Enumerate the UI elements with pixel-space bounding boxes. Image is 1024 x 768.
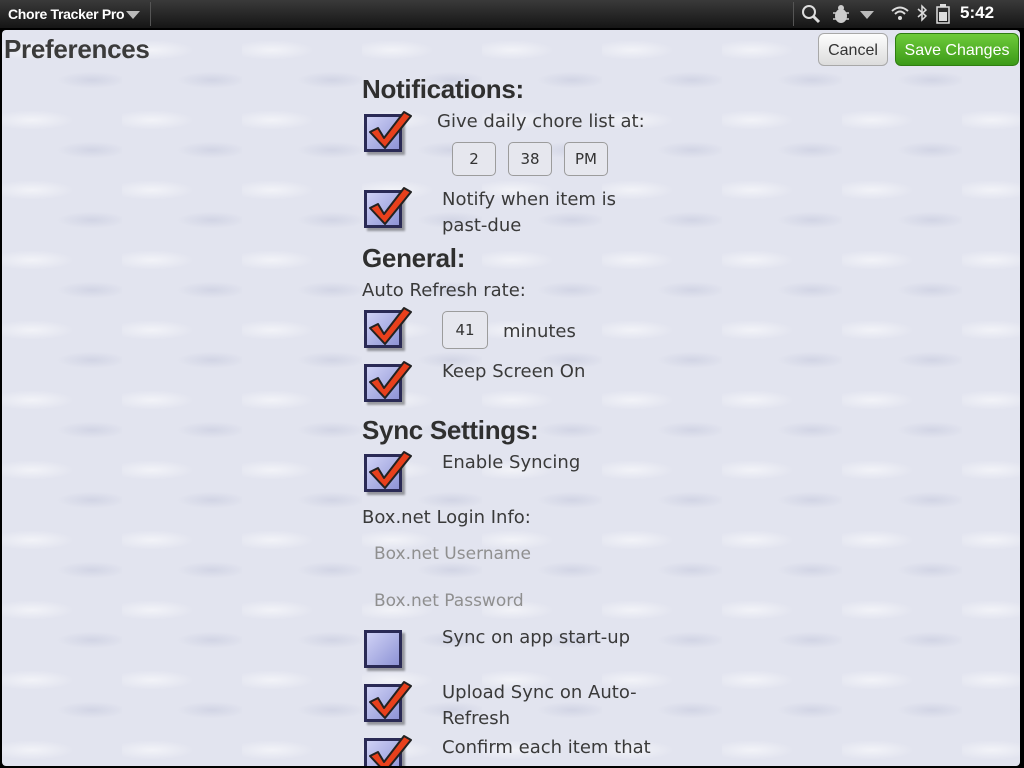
checkbox-box: [364, 630, 402, 668]
minutes-label: minutes: [503, 321, 576, 342]
upload-sync-checkbox[interactable]: [364, 680, 412, 724]
refresh-rate-input[interactable]: 41: [442, 311, 488, 349]
save-changes-button[interactable]: Save Changes: [895, 33, 1019, 66]
menu-down-icon[interactable]: [860, 11, 874, 19]
username-field[interactable]: [374, 539, 654, 569]
notifications-heading: Notifications:: [362, 74, 524, 104]
page-title: Preferences: [4, 34, 150, 64]
upload-sync-label-line1: Upload Sync on Auto-: [442, 682, 637, 703]
password-input[interactable]: [374, 591, 654, 611]
password-field[interactable]: [374, 586, 654, 616]
confirm-item-checkbox[interactable]: [364, 734, 412, 766]
status-divider: [793, 2, 794, 26]
checkmark-icon: [369, 361, 412, 399]
upload-sync-label-line2: Refresh: [442, 708, 510, 729]
app-menu-arrow-icon[interactable]: [126, 11, 140, 19]
general-heading: General:: [362, 243, 466, 273]
confirm-item-label: Confirm each item that: [442, 737, 651, 758]
app-title[interactable]: Chore Tracker Pro: [8, 6, 125, 22]
past-due-label-line1: Notify when item is: [442, 189, 617, 210]
checkmark-icon: [369, 307, 412, 345]
username-input[interactable]: [374, 544, 654, 564]
checkmark-icon: [369, 681, 412, 719]
checkmark-icon: [369, 735, 412, 766]
keep-screen-on-label: Keep Screen On: [442, 361, 586, 382]
clock[interactable]: 5:42: [960, 3, 994, 23]
auto-refresh-checkbox[interactable]: [364, 306, 412, 350]
past-due-label-line2: past-due: [442, 215, 522, 236]
checkmark-icon: [369, 111, 412, 149]
enable-syncing-checkbox[interactable]: [364, 450, 412, 494]
box-login-label: Box.net Login Info:: [362, 507, 531, 528]
auto-refresh-label: Auto Refresh rate:: [362, 280, 526, 301]
battery-icon[interactable]: [936, 4, 950, 29]
status-bar: Chore Tracker Pro 5:42: [0, 0, 1024, 28]
checkmark-icon: [369, 451, 412, 489]
keep-screen-on-checkbox[interactable]: [364, 360, 412, 404]
daily-list-label: Give daily chore list at:: [437, 111, 645, 132]
minute-picker[interactable]: 38: [508, 142, 552, 176]
sync-startup-checkbox[interactable]: [364, 626, 408, 670]
wifi-icon[interactable]: [890, 4, 910, 27]
status-divider: [150, 2, 151, 26]
bug-icon[interactable]: [830, 4, 852, 29]
enable-syncing-label: Enable Syncing: [442, 452, 581, 473]
cancel-button[interactable]: Cancel: [818, 33, 888, 66]
sync-startup-label: Sync on app start-up: [442, 627, 631, 648]
hour-picker[interactable]: 2: [452, 142, 496, 176]
checkmark-icon: [369, 187, 412, 225]
ampm-picker[interactable]: PM: [564, 142, 608, 176]
bluetooth-icon[interactable]: [917, 4, 928, 27]
daily-list-checkbox[interactable]: [364, 110, 412, 154]
sync-settings-heading: Sync Settings:: [362, 415, 539, 445]
past-due-checkbox[interactable]: [364, 186, 412, 230]
search-icon[interactable]: [801, 4, 821, 29]
preferences-panel: Preferences Cancel Save Changes Notifica…: [2, 30, 1020, 766]
